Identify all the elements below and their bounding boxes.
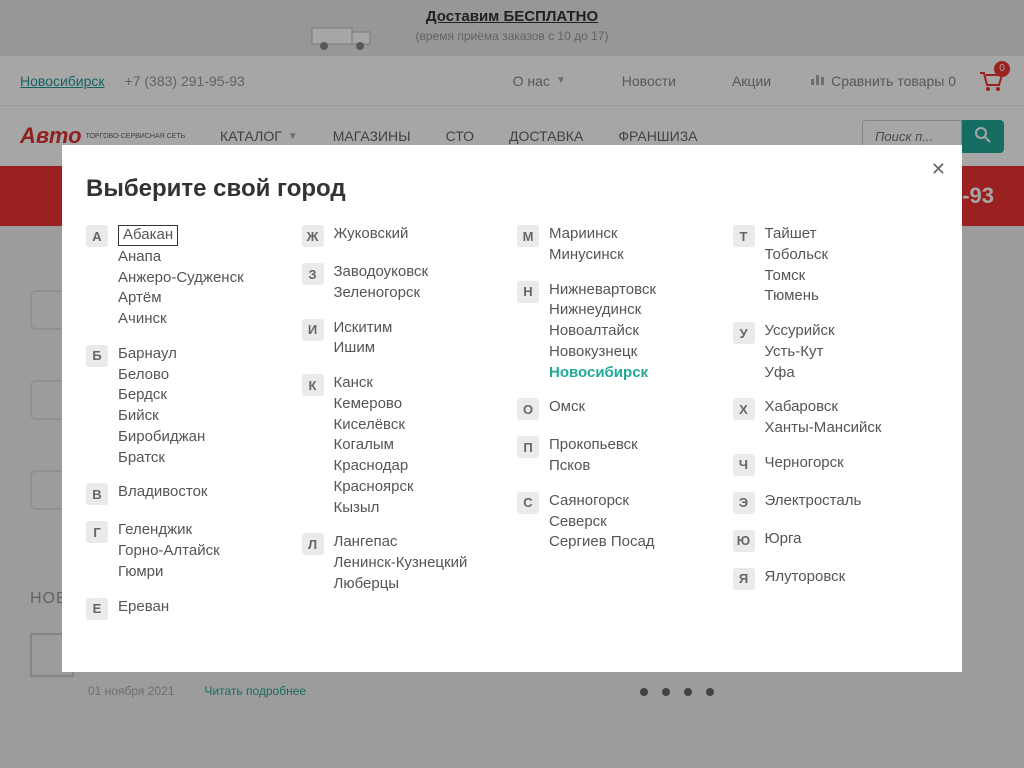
letter-badge: Ч [733,454,755,476]
letter-badge: Х [733,398,755,420]
letter-badge: С [517,492,539,514]
letter-badge: В [86,483,108,505]
city-option[interactable]: Новосибирск [549,364,656,383]
city-option[interactable]: Горно-Алтайск [118,542,220,561]
city-option[interactable]: Саяногорск [549,492,655,511]
city-option[interactable]: Гюмри [118,563,220,582]
city-option[interactable]: Жуковский [334,225,409,244]
city-option[interactable]: Абакан [118,225,178,246]
city-option[interactable]: Северск [549,513,655,532]
letter-badge: Ю [733,530,755,552]
city-option[interactable]: Омск [549,398,585,417]
letter-badge: Э [733,492,755,514]
letter-badge: Ж [302,225,324,247]
city-option[interactable]: Братск [118,449,205,468]
letter-badge: П [517,436,539,458]
city-option[interactable]: Биробиджан [118,428,205,447]
city-option[interactable]: Белово [118,366,205,385]
city-option[interactable]: Артём [118,289,244,308]
city-option[interactable]: Заводоуковск [334,263,429,282]
letter-badge: Л [302,533,324,555]
letter-badge: Б [86,345,108,367]
close-icon: ✕ [931,159,946,179]
city-option[interactable]: Прокопьевск [549,436,638,455]
city-option[interactable]: Канск [334,374,414,393]
city-option[interactable]: Анапа [118,248,244,267]
city-option[interactable]: Геленджик [118,521,220,540]
city-option[interactable]: Уссурийск [765,322,835,341]
city-option[interactable]: Искитим [334,319,393,338]
city-option[interactable]: Тюмень [765,287,829,306]
modal-title: Выберите свой город [86,175,938,203]
city-option[interactable]: Бердск [118,386,205,405]
city-option[interactable]: Ачинск [118,310,244,329]
city-option[interactable]: Владивосток [118,483,207,502]
letter-badge: З [302,263,324,285]
letter-badge: А [86,225,108,247]
city-modal: ✕ Выберите свой город А Абакан Анапа Анжеро… [62,145,962,672]
city-option[interactable]: Ишим [334,339,393,358]
letter-badge: Е [86,598,108,620]
city-option[interactable]: Ханты-Мансийск [765,419,882,438]
city-option[interactable]: Новокузнецк [549,343,656,362]
letter-badge: Т [733,225,755,247]
city-option[interactable]: Нижнеудинск [549,301,656,320]
city-option[interactable]: Кызыл [334,499,414,518]
city-option[interactable]: Тобольск [765,246,829,265]
letter-badge: О [517,398,539,420]
city-option[interactable]: Тайшет [765,225,829,244]
city-option[interactable]: Хабаровск [765,398,882,417]
city-option[interactable]: Усть-Кут [765,343,835,362]
city-option[interactable]: Новоалтайск [549,322,656,341]
city-option[interactable]: Черногорск [765,454,844,473]
city-option[interactable]: Нижневартовск [549,281,656,300]
letter-badge: Г [86,521,108,543]
city-option[interactable]: Ереван [118,598,169,617]
letter-badge: Н [517,281,539,303]
city-option[interactable]: Зеленогорск [334,284,429,303]
letter-badge: М [517,225,539,247]
city-option[interactable]: Бийск [118,407,205,426]
letter-badge: Я [733,568,755,590]
city-option[interactable]: Анжеро-Судженск [118,269,244,288]
city-option[interactable]: Кемерово [334,395,414,414]
city-option[interactable]: Сергиев Посад [549,533,655,552]
city-option[interactable]: Барнаул [118,345,205,364]
city-option[interactable]: Киселёвск [334,416,414,435]
city-option[interactable]: Мариинск [549,225,624,244]
city-option[interactable]: Краснодар [334,457,414,476]
city-option[interactable]: Уфа [765,364,835,383]
letter-badge: И [302,319,324,341]
modal-overlay[interactable]: ✕ Выберите свой город А Абакан Анапа Анжеро… [0,0,1024,768]
city-option[interactable]: Юрга [765,530,802,549]
city-option[interactable]: Псков [549,457,638,476]
letter-badge: У [733,322,755,344]
close-button[interactable]: ✕ [931,159,946,180]
city-option[interactable]: Томск [765,267,829,286]
city-option[interactable]: Ялуторовск [765,568,846,587]
city-option[interactable]: Лангепас [334,533,468,552]
city-option[interactable]: Электросталь [765,492,862,511]
letter-badge: К [302,374,324,396]
city-option[interactable]: Когалым [334,436,414,455]
city-option[interactable]: Минусинск [549,246,624,265]
city-option[interactable]: Ленинск-Кузнецкий [334,554,468,573]
city-option[interactable]: Люберцы [334,575,468,594]
city-option[interactable]: Красноярск [334,478,414,497]
